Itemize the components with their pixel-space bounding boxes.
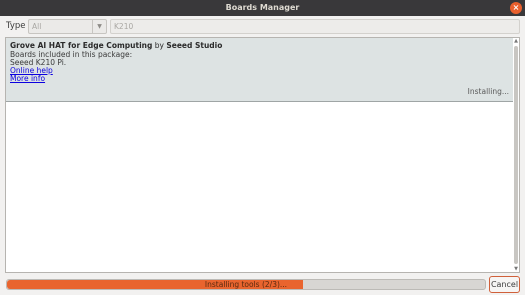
window-titlebar: Boards Manager × [0,0,525,16]
filter-row: Type All ▼ K210 [0,16,525,37]
search-input[interactable]: K210 [110,19,520,34]
scroll-down-icon[interactable]: ▼ [513,266,519,272]
scroll-up-icon[interactable]: ▲ [513,38,519,44]
list-item[interactable]: Grove AI HAT for Edge Computing by Seeed… [6,38,513,102]
board-by: by [154,41,164,50]
bottom-bar: Installing tools (2/3)... Cancel [0,276,525,295]
board-title: Grove AI HAT for Edge Computing by Seeed… [10,41,222,50]
scrollbar[interactable]: ▲ ▼ [513,38,519,272]
progress-bar: Installing tools (2/3)... [6,279,486,290]
install-status: Installing... [467,87,509,96]
type-label: Type [6,21,26,31]
type-select-value: All [32,22,42,31]
board-list: Grove AI HAT for Edge Computing by Seeed… [5,37,520,273]
search-input-value: K210 [114,22,134,31]
progress-text: Installing tools (2/3)... [204,280,288,289]
window-title: Boards Manager [225,3,300,12]
cancel-button[interactable]: Cancel [489,276,520,293]
chevron-down-icon[interactable]: ▼ [92,20,106,33]
board-vendor: Seeed Studio [166,41,223,50]
scroll-thumb[interactable] [514,46,518,264]
more-info-link[interactable]: More info [10,74,45,83]
type-select[interactable]: All ▼ [28,19,107,34]
board-name: Grove AI HAT for Edge Computing [10,41,153,50]
close-icon[interactable]: × [510,2,522,14]
